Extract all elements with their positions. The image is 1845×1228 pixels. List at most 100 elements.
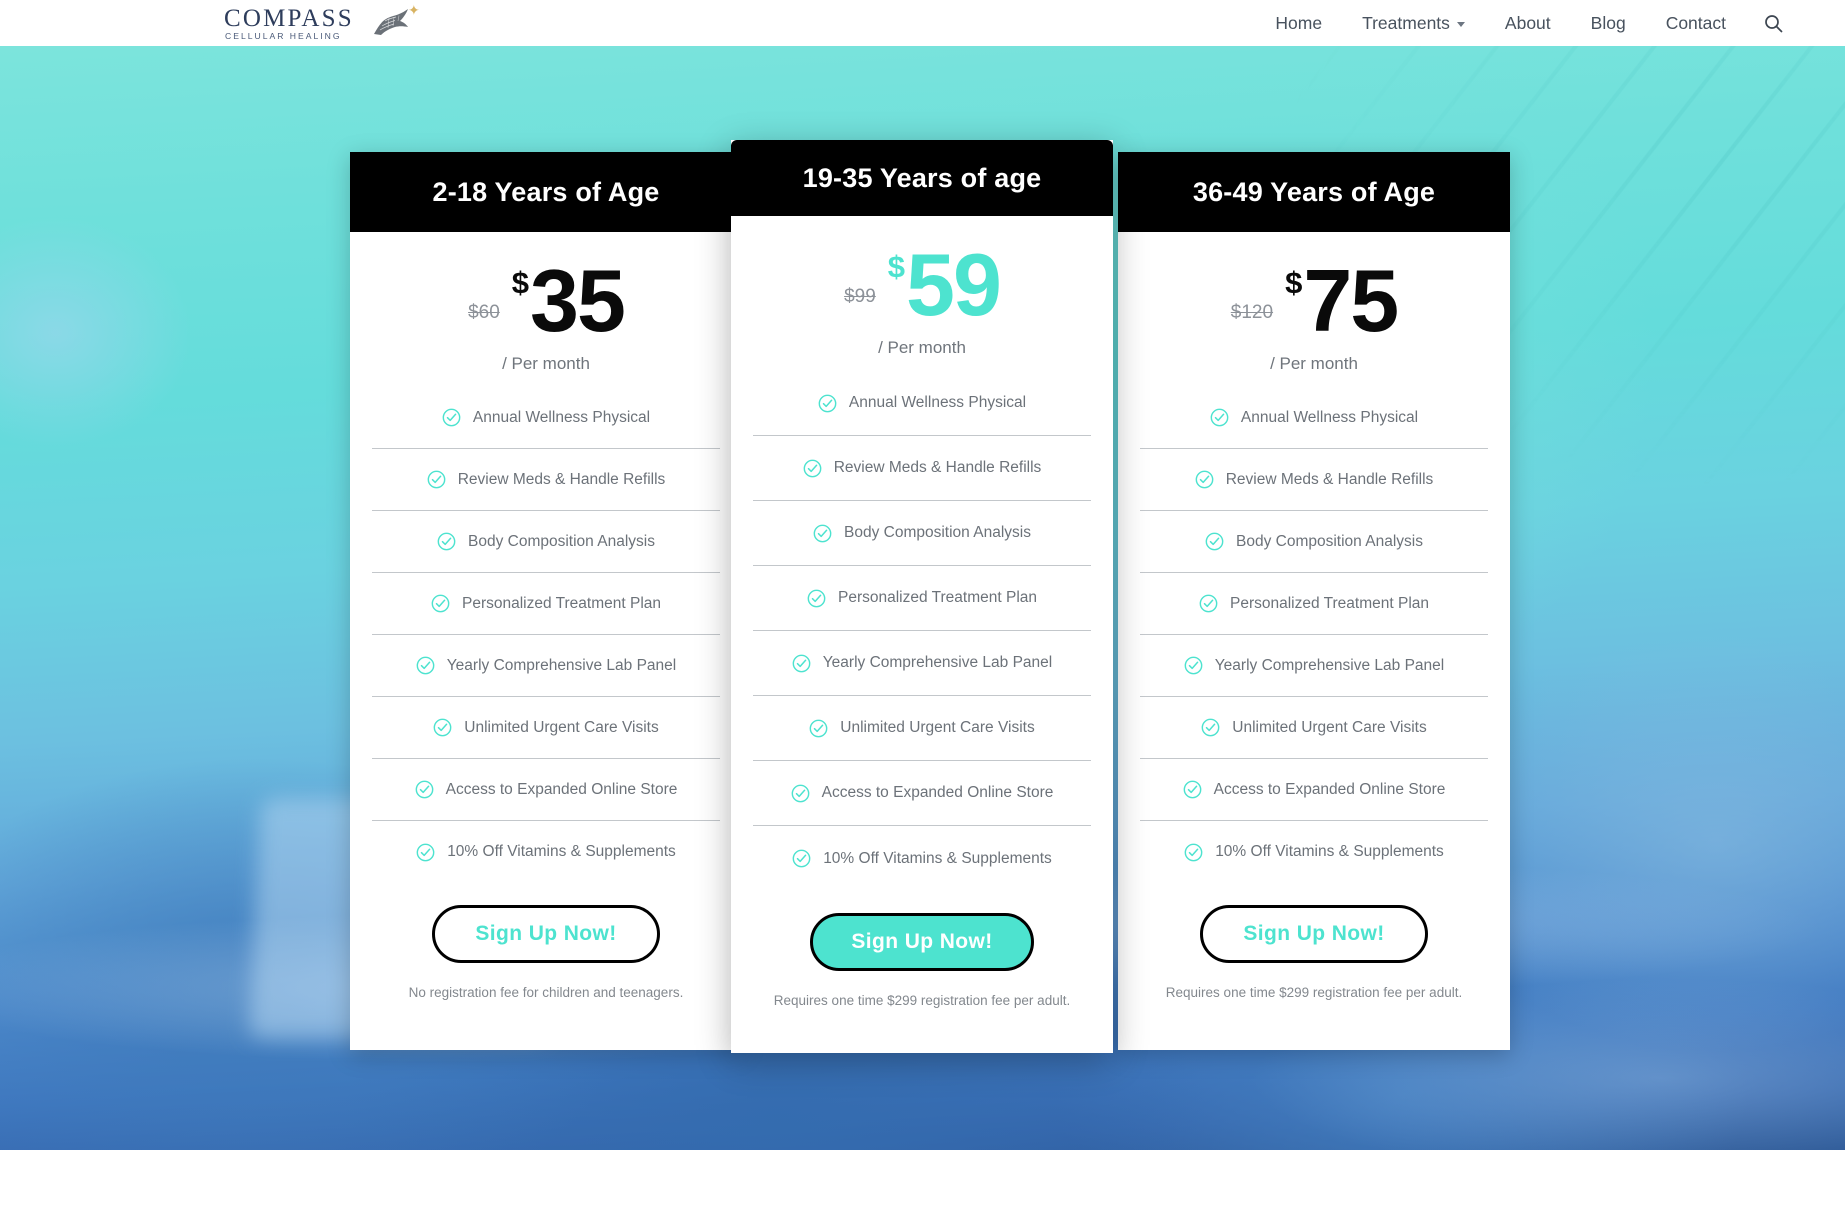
feature-label: Body Composition Analysis	[1236, 532, 1423, 550]
feature-label: Yearly Comprehensive Lab Panel	[822, 654, 1053, 671]
feature-item: Unlimited Urgent Care Visits	[1140, 697, 1488, 759]
old-price: $120	[1230, 302, 1274, 323]
feature-label: Review Meds & Handle Refills	[833, 459, 1042, 476]
feature-item: Review Meds & Handle Refills	[1140, 449, 1488, 511]
nav-item-about[interactable]: About	[1485, 0, 1571, 46]
nav-item-label: Blog	[1590, 13, 1626, 33]
check-circle-icon	[416, 656, 435, 675]
check-circle-icon	[792, 654, 811, 672]
check-circle-icon	[791, 784, 809, 802]
footer-strip	[0, 1150, 1845, 1228]
nav-item-contact[interactable]: Contact	[1646, 0, 1746, 46]
current-price: $ 75	[1285, 257, 1399, 345]
feature-item: Yearly Comprehensive Lab Panel	[753, 631, 1091, 696]
check-circle-icon	[1199, 594, 1218, 613]
card-footnote: Requires one time $299 registration fee …	[773, 993, 1071, 1008]
sign-up-button[interactable]: Sign Up Now!	[810, 913, 1034, 971]
feature-item: Body Composition Analysis	[753, 501, 1091, 566]
check-circle-icon	[416, 843, 435, 861]
feature-item: Annual Wellness Physical	[372, 387, 720, 449]
top-navigation-bar: COMPASS CELLULAR HEALING ✦ Home Treatmen…	[0, 0, 1845, 46]
feature-label: Annual Wellness Physical	[472, 408, 651, 426]
feature-list: Annual Wellness Physical Review Meds & H…	[731, 371, 1113, 891]
feature-item: Annual Wellness Physical	[753, 371, 1091, 436]
check-circle-icon	[433, 718, 452, 737]
check-circle-icon	[442, 408, 461, 427]
card-footnote: Requires one time $299 registration fee …	[1165, 985, 1463, 1000]
feature-list: Annual Wellness Physical Review Meds & H…	[350, 387, 742, 883]
check-circle-icon	[437, 532, 456, 551]
price-block: $60 $ 35 / Per month	[350, 232, 742, 387]
price-amount: 35	[530, 251, 626, 351]
old-price: $60	[468, 302, 500, 323]
feature-item: Personalized Treatment Plan	[753, 566, 1091, 631]
feature-label: Access to Expanded Online Store	[821, 784, 1054, 801]
price-period: / Per month	[1270, 354, 1358, 373]
price-period: / Per month	[502, 354, 590, 373]
feature-label: Yearly Comprehensive Lab Panel	[446, 656, 677, 674]
feature-item: 10% Off Vitamins & Supplements	[753, 826, 1091, 891]
pricing-card-header: 2-18 Years of Age	[350, 152, 742, 232]
feature-item: Personalized Treatment Plan	[1140, 573, 1488, 635]
sign-up-button[interactable]: Sign Up Now!	[1200, 905, 1428, 963]
logo-tagline: CELLULAR HEALING	[225, 31, 342, 41]
feature-item: Body Composition Analysis	[372, 511, 720, 573]
feature-label: Body Composition Analysis	[844, 524, 1031, 541]
search-button[interactable]	[1746, 0, 1805, 46]
feature-label: Unlimited Urgent Care Visits	[1232, 718, 1427, 736]
check-circle-icon	[807, 589, 826, 607]
check-circle-icon	[1210, 408, 1229, 427]
feature-item: Review Meds & Handle Refills	[372, 449, 720, 511]
nav-item-blog[interactable]: Blog	[1571, 0, 1646, 46]
check-circle-icon	[431, 594, 450, 613]
feature-item: Yearly Comprehensive Lab Panel	[372, 635, 720, 697]
feature-label: 10% Off Vitamins & Supplements	[447, 843, 676, 860]
feature-item: Body Composition Analysis	[1140, 511, 1488, 573]
price-row: $60 $ 35	[350, 250, 742, 351]
pricing-card-header: 36-49 Years of Age	[1118, 152, 1510, 232]
check-circle-icon	[1205, 532, 1224, 551]
currency-symbol: $	[511, 265, 530, 301]
feature-item: Annual Wellness Physical	[1140, 387, 1488, 449]
pricing-card-header: 19-35 Years of age	[731, 140, 1113, 216]
old-price: $99	[844, 286, 876, 307]
feature-label: Review Meds & Handle Refills	[1225, 470, 1434, 488]
check-circle-icon	[1184, 656, 1203, 675]
feature-label: Review Meds & Handle Refills	[457, 470, 666, 488]
feature-label: Personalized Treatment Plan	[1229, 594, 1430, 612]
check-circle-icon	[427, 470, 446, 489]
price-row: $99 $ 59	[731, 234, 1113, 329]
feature-label: Body Composition Analysis	[468, 532, 655, 550]
logo-wordmark: COMPASS	[224, 5, 354, 32]
feature-item: Unlimited Urgent Care Visits	[372, 697, 720, 759]
feature-label: Yearly Comprehensive Lab Panel	[1214, 656, 1445, 674]
site-logo[interactable]: COMPASS CELLULAR HEALING ✦	[224, 2, 420, 44]
price-block: $120 $ 75 / Per month	[1118, 232, 1510, 387]
feature-item: Personalized Treatment Plan	[372, 573, 720, 635]
check-circle-icon	[1184, 843, 1203, 861]
feature-label: 10% Off Vitamins & Supplements	[1215, 843, 1444, 860]
check-circle-icon	[803, 459, 822, 477]
star-icon: ✦	[408, 2, 420, 18]
cta-container: Sign Up Now! Requires one time $299 regi…	[731, 891, 1113, 1008]
cta-container: Sign Up Now! No registration fee for chi…	[350, 883, 742, 1000]
check-circle-icon	[415, 780, 433, 799]
nav-item-label: Contact	[1665, 13, 1726, 33]
feature-label: Access to Expanded Online Store	[1213, 780, 1446, 798]
nav-item-treatments[interactable]: Treatments	[1342, 0, 1485, 46]
pricing-card-title: 36-49 Years of Age	[1192, 176, 1436, 207]
feature-label: Unlimited Urgent Care Visits	[840, 719, 1035, 736]
check-circle-icon	[1195, 470, 1214, 489]
feature-label: Access to Expanded Online Store	[445, 780, 678, 798]
nav-item-label: Treatments	[1362, 13, 1450, 33]
feature-item: Unlimited Urgent Care Visits	[753, 696, 1091, 761]
feature-label: Personalized Treatment Plan	[461, 594, 662, 612]
feature-item: 10% Off Vitamins & Supplements	[372, 821, 720, 883]
price-block: $99 $ 59 / Per month	[731, 216, 1113, 371]
check-circle-icon	[818, 394, 837, 412]
nav-item-home[interactable]: Home	[1255, 0, 1342, 46]
pricing-card-2-18: 2-18 Years of Age $60 $ 35 / Per month A…	[350, 152, 742, 1050]
feature-item: Access to Expanded Online Store	[1140, 759, 1488, 821]
sign-up-button[interactable]: Sign Up Now!	[432, 905, 660, 963]
feature-item: Yearly Comprehensive Lab Panel	[1140, 635, 1488, 697]
